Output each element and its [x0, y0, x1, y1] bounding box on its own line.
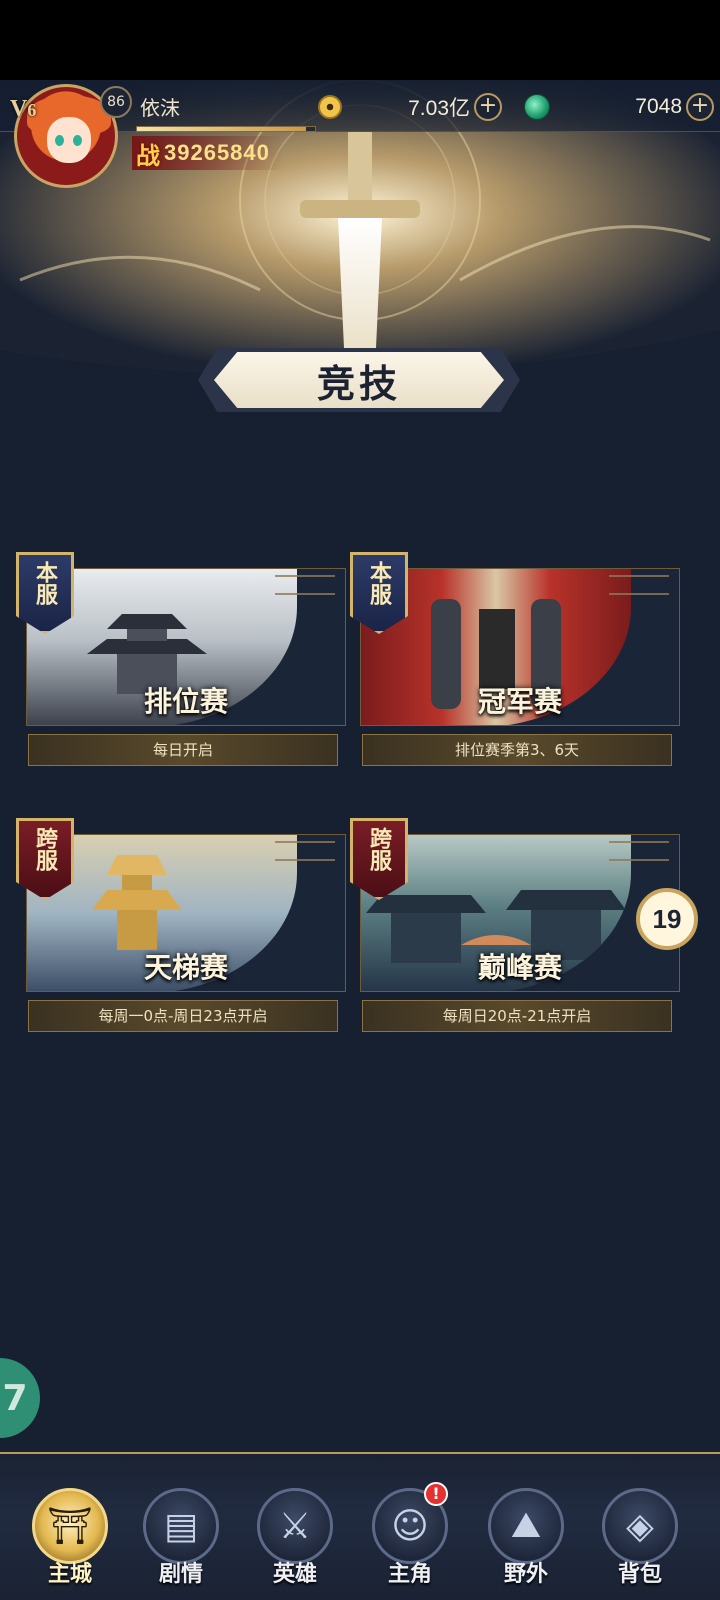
mode-title: 天梯赛: [143, 951, 228, 984]
coin-icon: [318, 95, 342, 119]
vip-prefix: V: [10, 96, 28, 122]
backpack-icon: ◈: [602, 1488, 678, 1564]
floating-assist-button[interactable]: 7: [0, 1358, 40, 1438]
exp-bar-fill: [137, 127, 307, 131]
mode-title: 巅峰赛: [477, 951, 562, 984]
mode-schedule: 每周一0点-周日23点开启: [28, 1000, 338, 1032]
avatar-eye-left: [55, 135, 64, 146]
vip-level: 6: [27, 100, 37, 120]
coin-currency: 7.03亿 +: [318, 92, 502, 122]
mode-schedule: 排位赛季第3、6天: [362, 734, 672, 766]
mode-schedule: 每周日20点-21点开启: [362, 1000, 672, 1032]
nav-item-protagonist[interactable]: ☺ ! 主角: [360, 1482, 460, 1600]
add-jade-button[interactable]: +: [686, 93, 714, 121]
nav-label: 主城: [47, 1561, 92, 1587]
nav-label: 英雄: [272, 1561, 317, 1587]
nav-label: 主角: [387, 1561, 432, 1587]
hero-icon: ⚔: [257, 1488, 333, 1564]
exp-bar: [136, 126, 316, 132]
mode-schedule: 每日开启: [28, 734, 338, 766]
server-tag-text: 跨服: [32, 827, 58, 871]
avatar-eye-right: [73, 135, 82, 146]
status-bar: [0, 0, 720, 80]
card-decoration: [609, 575, 669, 595]
power-label: 战: [136, 141, 160, 170]
nav-label: 背包: [617, 1561, 662, 1587]
card-decoration: [275, 841, 335, 861]
nav-label: 剧情: [158, 1561, 203, 1587]
player-name: 依沫: [140, 96, 180, 120]
combat-power: 战 39265840: [132, 136, 284, 170]
page-title: 竞技: [316, 360, 401, 406]
alert-badge: !: [424, 1482, 448, 1506]
add-coin-button[interactable]: +: [474, 93, 502, 121]
vip-badge: V6: [10, 96, 56, 122]
jade-icon: [524, 94, 550, 120]
mode-card-ladder[interactable]: 跨服 天梯赛 每周一0点-周日23点开启: [16, 818, 346, 1032]
mode-title: 排位赛: [143, 685, 228, 718]
mode-title: 冠军赛: [477, 685, 562, 718]
card-decoration: [609, 841, 669, 861]
server-tag-text: 跨服: [366, 827, 392, 871]
mode-card-champion[interactable]: 本服 冠军赛 排位赛季第3、6天: [350, 552, 680, 766]
page-title-plate: 竞技: [214, 352, 504, 408]
city-gate-icon: ⛩: [32, 1488, 108, 1564]
jade-amount: 7048: [635, 95, 682, 118]
chat-bubble-button[interactable]: 19: [636, 888, 698, 950]
nav-item-wilderness[interactable]: ⛰ 野外: [476, 1488, 576, 1600]
nav-item-main-city[interactable]: ⛩ 主城: [20, 1488, 120, 1600]
power-value: 39265840: [164, 140, 270, 165]
server-tag-text: 本服: [32, 561, 58, 605]
mode-card-peak[interactable]: 跨服 巅峰赛 每周日20点-21点开启: [350, 818, 680, 1032]
coin-amount: 7.03亿: [408, 97, 470, 120]
mode-card-ranked[interactable]: 本服 排位赛 每日开启: [16, 552, 346, 766]
server-tag-text: 本服: [366, 561, 392, 605]
nav-item-heroes[interactable]: ⚔ 英雄: [245, 1488, 345, 1600]
player-level: 86: [100, 86, 132, 118]
wilderness-icon: ⛰: [488, 1488, 564, 1564]
avatar-face: [47, 117, 91, 163]
story-book-icon: ▤: [143, 1488, 219, 1564]
nav-label: 野外: [503, 1561, 548, 1587]
jade-currency: 7048 +: [524, 92, 714, 122]
card-decoration: [275, 575, 335, 595]
nav-item-story[interactable]: ▤ 剧情: [131, 1488, 231, 1600]
nav-item-backpack[interactable]: ◈ 背包: [590, 1488, 690, 1600]
